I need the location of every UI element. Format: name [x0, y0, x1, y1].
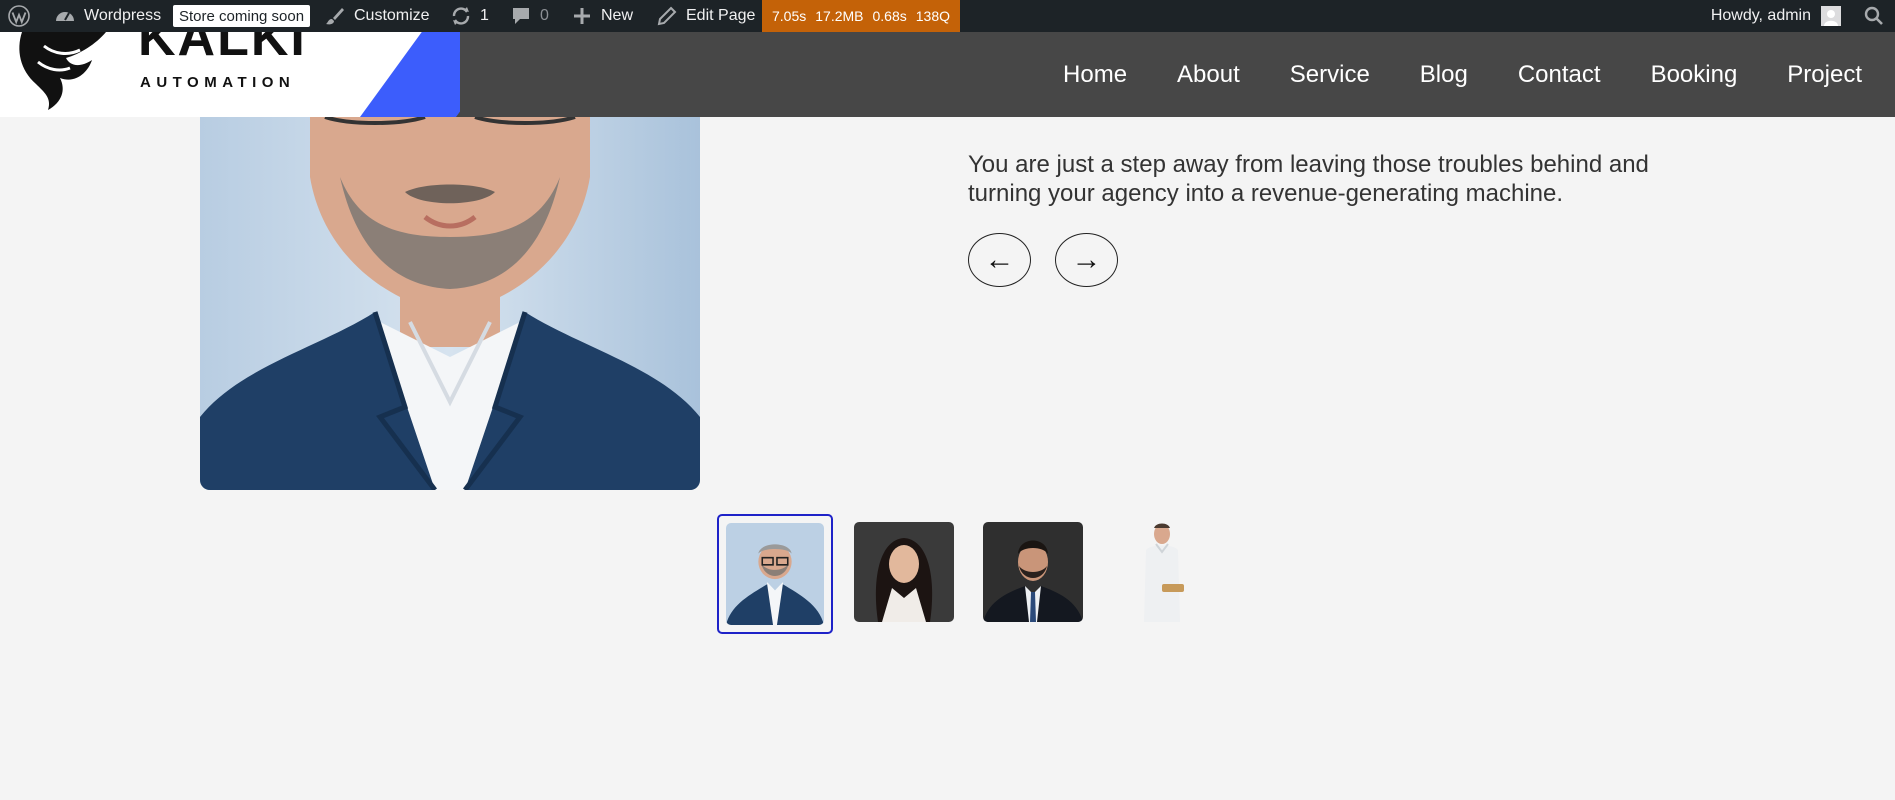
howdy-label: Howdy, admin [1710, 7, 1811, 24]
query-monitor-stats: 7.05s 17.2MB 0.68s 138Q [762, 0, 960, 32]
comments-menu[interactable]: 0 [510, 0, 549, 32]
thumbnail-1-image [726, 523, 824, 625]
updates-count: 1 [480, 7, 489, 24]
wp-logo-menu[interactable] [8, 0, 30, 32]
thumbnail-1[interactable] [717, 514, 833, 634]
plus-icon [571, 5, 593, 27]
nav-home[interactable]: Home [1063, 61, 1127, 89]
nav-blog[interactable]: Blog [1420, 61, 1468, 89]
site-name: Wordpress [84, 7, 162, 24]
my-account-menu[interactable]: Howdy, admin [1711, 0, 1841, 32]
testimonial-quote: You are just a step away from leaving th… [968, 151, 1649, 207]
nav-about[interactable]: About [1177, 61, 1240, 89]
qm-memory: 17.2MB [815, 8, 864, 24]
store-coming-soon-badge: Store coming soon [173, 5, 311, 27]
admin-search[interactable] [1863, 0, 1885, 32]
edit-page-menu[interactable]: Edit Page [656, 0, 755, 32]
thumbnail-3[interactable] [983, 522, 1083, 622]
thumbnail-4[interactable] [1112, 522, 1212, 622]
customize-label: Customize [354, 7, 430, 24]
search-icon [1863, 5, 1885, 27]
thumbnail-4-image [1112, 522, 1212, 622]
thumbnail-3-image [983, 522, 1083, 622]
comment-icon [510, 5, 532, 27]
main-navigation: Home About Service Blog Contact Booking … [1063, 32, 1862, 117]
nav-service[interactable]: Service [1290, 61, 1370, 89]
edit-page-label: Edit Page [686, 7, 756, 24]
logo-accent-stripe [360, 32, 460, 117]
wp-admin-bar: Wordpress Store coming soon Customize 1 … [0, 0, 1895, 32]
qm-time: 7.05s [772, 8, 807, 24]
pencil-icon [656, 5, 678, 27]
nav-booking[interactable]: Booking [1651, 61, 1738, 89]
brush-icon [324, 5, 346, 27]
logo-subtitle: AUTOMATION [140, 74, 296, 91]
qm-db-time: 0.68s [872, 8, 907, 24]
testimonial-portrait [200, 117, 700, 490]
updates-menu[interactable]: 1 [450, 0, 489, 32]
nav-contact[interactable]: Contact [1518, 61, 1601, 89]
thumbnail-2-image [854, 522, 954, 622]
site-name-menu[interactable]: Wordpress [54, 0, 161, 32]
new-label: New [601, 7, 634, 24]
dashboard-icon [54, 5, 76, 27]
next-slide-button[interactable]: → [1055, 233, 1118, 287]
store-badge-item[interactable]: Store coming soon [173, 0, 311, 32]
avatar-icon [1821, 6, 1841, 26]
wordpress-icon [8, 5, 30, 27]
query-monitor-menu[interactable]: 7.05s 17.2MB 0.68s 138Q [762, 0, 960, 32]
nav-project[interactable]: Project [1787, 61, 1862, 89]
logo-mark-icon [14, 32, 114, 112]
comments-count: 0 [540, 7, 549, 24]
qm-queries: 138Q [915, 8, 950, 24]
customize-menu[interactable]: Customize [324, 0, 430, 32]
site-logo[interactable]: KALKI AUTOMATION [0, 32, 460, 117]
refresh-icon [450, 5, 472, 27]
logo-wordmark: KALKI [138, 32, 307, 67]
previous-slide-button[interactable]: ← [968, 233, 1031, 287]
site-header: KALKI AUTOMATION Home About Service Blog… [0, 32, 1895, 117]
thumbnail-2[interactable] [854, 522, 954, 622]
new-content-menu[interactable]: New [571, 0, 633, 32]
